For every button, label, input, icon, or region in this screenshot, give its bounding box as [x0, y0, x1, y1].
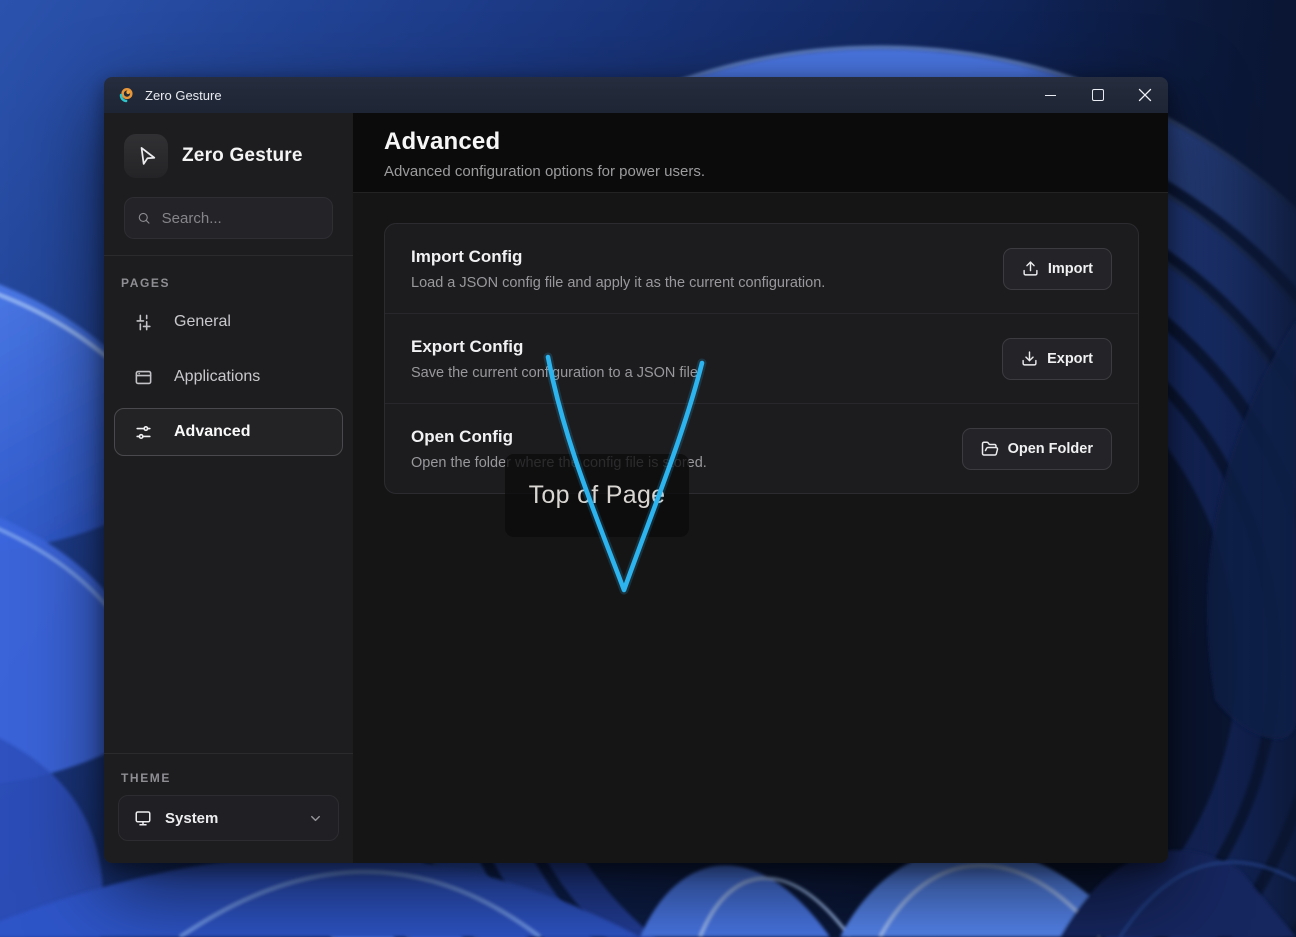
- cursor-pointer-icon: [136, 146, 157, 167]
- app-window-icon: [134, 368, 153, 387]
- sidebar-item-general[interactable]: General: [114, 298, 343, 346]
- sidebar-item-label: Advanced: [174, 423, 250, 441]
- open-folder-button[interactable]: Open Folder: [962, 428, 1112, 470]
- window-controls: [1027, 77, 1168, 113]
- upload-icon: [1022, 260, 1039, 277]
- theme-select[interactable]: System: [118, 795, 339, 841]
- app-window: Zero Gesture Zero Gesture: [104, 77, 1168, 863]
- page-content: Import Config Load a JSON config file an…: [353, 193, 1168, 494]
- divider: [104, 255, 353, 256]
- sidebar-item-advanced[interactable]: Advanced: [114, 408, 343, 456]
- folder-open-icon: [981, 440, 999, 458]
- download-icon: [1021, 350, 1038, 367]
- close-button[interactable]: [1121, 77, 1168, 113]
- monitor-icon: [134, 809, 152, 827]
- sliders-vertical-icon: [134, 313, 153, 332]
- theme-value: System: [165, 810, 218, 827]
- sidebar-spacer: [104, 456, 353, 753]
- row-description: Save the current configuration to a JSON…: [411, 365, 702, 381]
- row-title: Import Config: [411, 247, 825, 267]
- button-label: Import: [1048, 261, 1093, 277]
- window-title: Zero Gesture: [145, 88, 222, 103]
- sliders-horizontal-icon: [134, 423, 153, 442]
- row-title: Export Config: [411, 337, 702, 357]
- minimize-button[interactable]: [1027, 77, 1074, 113]
- brand-name: Zero Gesture: [182, 145, 303, 167]
- sidebar: Zero Gesture PAGES General: [104, 113, 353, 863]
- row-title: Open Config: [411, 427, 707, 447]
- sidebar-item-label: General: [174, 313, 231, 331]
- maximize-icon: [1092, 89, 1104, 101]
- search-input[interactable]: [160, 209, 320, 228]
- button-label: Export: [1047, 351, 1093, 367]
- pages-section-label: PAGES: [121, 276, 353, 290]
- app-logo-icon: [118, 87, 135, 104]
- page-subtitle: Advanced configuration options for power…: [384, 163, 1168, 180]
- window-body: Zero Gesture PAGES General: [104, 113, 1168, 863]
- row-text: Open Config Open the folder where the co…: [411, 427, 707, 471]
- row-text: Import Config Load a JSON config file an…: [411, 247, 825, 291]
- open-config-row: Open Config Open the folder where the co…: [385, 403, 1138, 493]
- close-icon: [1138, 88, 1152, 102]
- page-title: Advanced: [384, 128, 1168, 156]
- import-config-row: Import Config Load a JSON config file an…: [385, 224, 1138, 313]
- search-box[interactable]: [124, 197, 333, 239]
- search-icon: [137, 210, 151, 226]
- export-button[interactable]: Export: [1002, 338, 1112, 380]
- import-button[interactable]: Import: [1003, 248, 1112, 290]
- theme-section-label: THEME: [121, 771, 353, 785]
- row-text: Export Config Save the current configura…: [411, 337, 702, 381]
- sidebar-item-applications[interactable]: Applications: [114, 353, 343, 401]
- brand-logo-box: [124, 134, 168, 178]
- desktop: Zero Gesture Zero Gesture: [0, 0, 1296, 937]
- chevron-down-icon: [308, 811, 323, 826]
- sidebar-item-label: Applications: [174, 368, 260, 386]
- button-label: Open Folder: [1008, 441, 1093, 457]
- divider: [104, 753, 353, 754]
- titlebar[interactable]: Zero Gesture: [104, 77, 1168, 113]
- config-panel: Import Config Load a JSON config file an…: [384, 223, 1139, 494]
- export-config-row: Export Config Save the current configura…: [385, 313, 1138, 403]
- row-description: Open the folder where the config file is…: [411, 455, 707, 471]
- maximize-button[interactable]: [1074, 77, 1121, 113]
- page-header: Advanced Advanced configuration options …: [353, 113, 1168, 193]
- row-description: Load a JSON config file and apply it as …: [411, 275, 825, 291]
- sidebar-nav: General Applications Advanced: [104, 298, 353, 456]
- brand: Zero Gesture: [124, 134, 333, 178]
- minimize-icon: [1045, 95, 1056, 96]
- main-panel: Advanced Advanced configuration options …: [353, 113, 1168, 863]
